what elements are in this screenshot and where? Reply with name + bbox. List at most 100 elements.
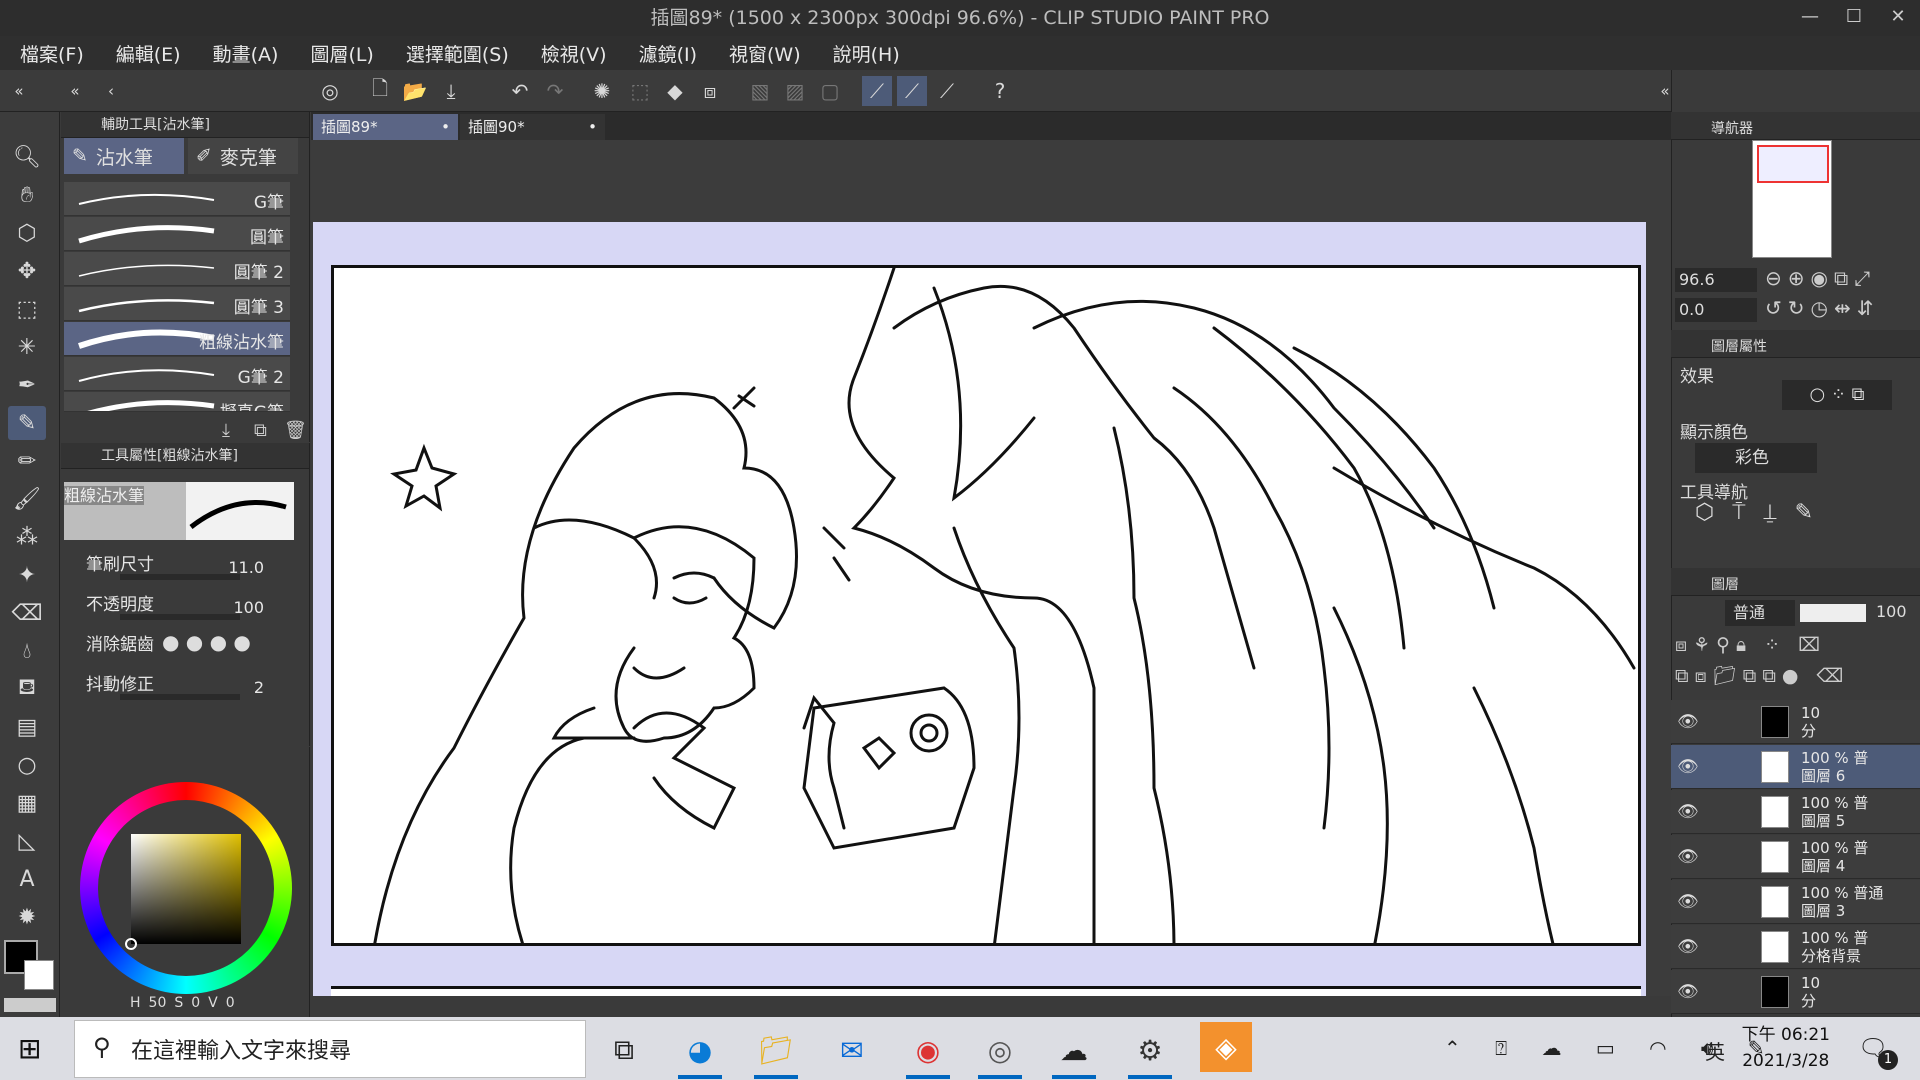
snap-ruler-icon[interactable]: ⟋ bbox=[862, 76, 892, 106]
correct-line-icon[interactable]: ✹ bbox=[8, 900, 46, 934]
brush-item[interactable]: 擬真G筆 bbox=[64, 392, 290, 412]
open-folder-icon[interactable]: 📂 bbox=[400, 76, 430, 106]
edge-icon[interactable]: ◕ bbox=[678, 1028, 722, 1072]
tool-nav-buttons[interactable]: ⬡⍑⍊✎ bbox=[1695, 500, 1905, 534]
color-picker-handle[interactable] bbox=[125, 938, 137, 950]
eye-icon[interactable]: 👁︎ bbox=[1677, 937, 1699, 957]
opacity-row[interactable]: 不透明度 100 bbox=[64, 588, 294, 626]
tab-canvas-90[interactable]: 插圖90* • bbox=[460, 114, 605, 140]
eraser-icon[interactable]: ⌫ bbox=[8, 596, 46, 630]
eye-icon[interactable]: 👁︎ bbox=[1677, 757, 1699, 777]
pen-tool-icon[interactable]: ✎ bbox=[8, 406, 46, 440]
brush-item[interactable]: 圓筆 2 bbox=[64, 252, 290, 286]
clip-studio-icon[interactable]: ◎ bbox=[315, 76, 345, 106]
navigator-thumbnail[interactable] bbox=[1752, 140, 1832, 258]
navigator-viewport[interactable] bbox=[1757, 145, 1829, 183]
blend-icon[interactable]: 💧︎ bbox=[8, 634, 46, 668]
windows-start-icon[interactable]: ⊞ bbox=[18, 1032, 41, 1065]
maximize-button[interactable]: ☐ bbox=[1832, 0, 1876, 36]
brush-size-row[interactable]: 筆刷尺寸 11.0 bbox=[64, 548, 294, 586]
menu-layer[interactable]: 圖層(L) bbox=[310, 40, 373, 67]
effect-buttons[interactable]: ○ ⁘ ⧉ bbox=[1782, 380, 1892, 410]
brush-tool-icon[interactable]: 🖌︎ bbox=[8, 482, 46, 516]
menu-window[interactable]: 視窗(W) bbox=[729, 40, 801, 67]
layer-row[interactable]: 👁︎ 10 分 bbox=[1671, 700, 1920, 744]
fill-icon[interactable]: ◆ bbox=[660, 76, 690, 106]
clip-studio-paint-icon[interactable]: ◈ bbox=[1200, 1022, 1252, 1072]
file-explorer-icon[interactable]: 📁︎ bbox=[754, 1028, 798, 1072]
rotate-field[interactable]: 0.0 bbox=[1675, 298, 1757, 322]
layer-toolbar-1[interactable]: ⧈⚘⚲🔒︎ ⁘ ⌧ bbox=[1675, 634, 1826, 656]
brush-item[interactable]: 圓筆 3 bbox=[64, 287, 290, 321]
airbrush-icon[interactable]: ⁂ bbox=[8, 520, 46, 554]
line-app-icon[interactable]: ☁ bbox=[1052, 1028, 1096, 1072]
menu-file[interactable]: 檔案(F) bbox=[20, 40, 84, 67]
import-icon[interactable]: ⤓ bbox=[222, 420, 230, 441]
taskbar-search[interactable]: ⚲ 在這裡輸入文字來搜尋 bbox=[74, 1020, 586, 1078]
layer-row[interactable]: 👁︎ 100 % 普通 圖層 3 bbox=[1671, 880, 1920, 924]
chrome-icon[interactable]: ◉ bbox=[906, 1028, 950, 1072]
layer-row-selected[interactable]: 👁︎ 100 % 普圖層 6 bbox=[1671, 745, 1920, 789]
saturation-value-square[interactable] bbox=[131, 834, 241, 944]
stabilizer-slider[interactable] bbox=[120, 694, 240, 700]
tab-dip-pen[interactable]: ✎ 沾水筆 bbox=[64, 138, 184, 174]
menu-select[interactable]: 選擇範圍(S) bbox=[406, 40, 509, 67]
blend-mode-select[interactable]: 普通 bbox=[1725, 600, 1795, 626]
display-color-select[interactable]: 彩色 bbox=[1695, 443, 1817, 473]
trash-icon[interactable]: 🗑︎ bbox=[284, 420, 307, 441]
chevron-left-icon[interactable]: ‹ bbox=[96, 76, 126, 106]
clear-icon[interactable]: ⬚ bbox=[625, 76, 655, 106]
deselect-icon[interactable]: ▧ bbox=[745, 76, 775, 106]
loading-icon[interactable]: ✺ bbox=[587, 76, 617, 106]
comic-panel[interactable] bbox=[331, 265, 1641, 950]
fill-tool-icon[interactable]: ⛾ bbox=[8, 672, 46, 706]
stabilizer-value[interactable]: 2 bbox=[254, 678, 264, 697]
eye-icon[interactable]: 👁︎ bbox=[1677, 982, 1699, 1002]
eyedropper-icon[interactable]: ✒ bbox=[8, 368, 46, 402]
gradient-icon[interactable]: ▤ bbox=[8, 710, 46, 744]
collapse-left-icon[interactable]: « bbox=[4, 76, 34, 106]
text-tool-icon[interactable]: A bbox=[8, 862, 46, 896]
menu-edit[interactable]: 編輯(E) bbox=[116, 40, 181, 67]
invert-selection-icon[interactable]: ▨ bbox=[780, 76, 810, 106]
mail-icon[interactable]: ✉ bbox=[830, 1028, 874, 1072]
snap-special-ruler-icon[interactable]: ⟋ bbox=[897, 76, 927, 106]
collapse-left-icon[interactable]: « bbox=[60, 76, 90, 106]
minimize-button[interactable]: — bbox=[1788, 0, 1832, 36]
rotate-controls[interactable]: ↺↻◷⇹⇵ bbox=[1765, 296, 1879, 320]
close-button[interactable]: ✕ bbox=[1876, 0, 1920, 36]
transparent-color-swatch[interactable] bbox=[4, 998, 56, 1012]
redo-icon[interactable]: ↷ bbox=[540, 76, 570, 106]
brush-item[interactable]: G筆 bbox=[64, 182, 290, 216]
zoom-tool-icon[interactable]: 🔍︎ bbox=[8, 140, 46, 174]
new-file-icon[interactable]: 🗋 bbox=[365, 76, 395, 106]
stabilizer-row[interactable]: 抖動修正 2 bbox=[64, 668, 294, 706]
snap-grid-icon[interactable]: ⟋ bbox=[932, 76, 962, 106]
menu-filter[interactable]: 濾鏡(I) bbox=[639, 40, 697, 67]
sub-color-swatch[interactable] bbox=[24, 960, 54, 990]
selection-tool-icon[interactable]: ⬚ bbox=[8, 292, 46, 326]
tab-marker[interactable]: ✐ 麥克筆 bbox=[188, 138, 298, 174]
clip-studio-icon[interactable]: ◎ bbox=[978, 1028, 1022, 1072]
duplicate-icon[interactable]: ⧉ bbox=[254, 420, 267, 441]
move-tool-icon[interactable]: ✥ bbox=[8, 254, 46, 288]
eye-icon[interactable]: 👁︎ bbox=[1677, 802, 1699, 822]
layer-row[interactable]: 👁︎ 100 % 普圖層 4 bbox=[1671, 835, 1920, 879]
hand-tool-icon[interactable]: ✋︎ bbox=[8, 178, 46, 212]
layer-opacity-value[interactable]: 100 bbox=[1876, 602, 1907, 621]
menu-animation[interactable]: 動畫(A) bbox=[213, 40, 279, 67]
zoom-controls[interactable]: ⊖⊕◉⧉⤢ bbox=[1765, 266, 1876, 290]
eye-icon[interactable]: 👁︎ bbox=[1677, 892, 1699, 912]
brush-item[interactable]: G筆 2 bbox=[64, 357, 290, 391]
opacity-slider[interactable] bbox=[120, 614, 240, 620]
figure-icon[interactable]: ○ bbox=[8, 748, 46, 782]
object-tool-icon[interactable]: ⬡ bbox=[8, 216, 46, 250]
system-tray-icons[interactable]: ⌃ ⍰ ☁ ▭ ◠ 🔊︎ ✎ bbox=[1444, 1036, 1779, 1060]
layer-row[interactable]: 👁︎ 100 % 普圖層 5 bbox=[1671, 790, 1920, 834]
layer-row[interactable]: 👁︎ 100 % 普分格背景 bbox=[1671, 925, 1920, 969]
clock[interactable]: 下午 06:21 2021/3/28 bbox=[1742, 1022, 1830, 1074]
decoration-icon[interactable]: ✦ bbox=[8, 558, 46, 592]
task-view-icon[interactable]: ⧉ bbox=[602, 1028, 646, 1072]
transform-icon[interactable]: ⧈ bbox=[695, 76, 725, 106]
settings-icon[interactable]: ⚙ bbox=[1128, 1028, 1172, 1072]
